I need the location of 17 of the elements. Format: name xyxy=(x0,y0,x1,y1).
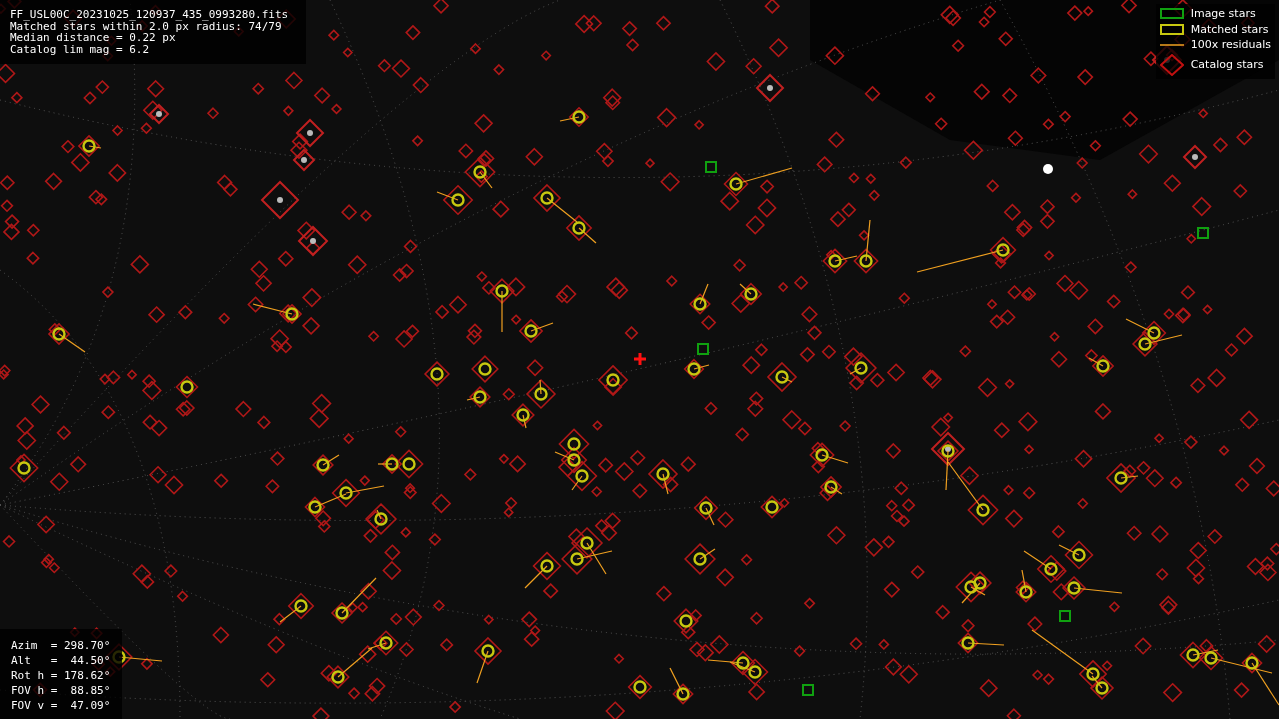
matched-star-legend-icon xyxy=(1159,23,1184,35)
residual-line-legend-icon xyxy=(1159,43,1184,46)
info-text: Median distance = 0.22 px xyxy=(10,32,176,44)
info-text: Matched stars within 2.0 px radius: 74/79 xyxy=(10,20,282,32)
pointing-text: FOV v = 47.09° xyxy=(11,698,111,713)
info-text: Catalog lim mag = 6.2 xyxy=(10,43,151,55)
pointing-text: FOV h = 88.85° xyxy=(11,683,111,698)
catalog-diamond-legend-icon xyxy=(1159,53,1184,76)
legend-label: Image stars xyxy=(1190,7,1256,21)
pointing-text: Azim = 298.70° xyxy=(11,638,111,653)
image-star-legend-icon xyxy=(1159,8,1184,20)
pointing-text: Rot h = 178.62° xyxy=(11,668,111,683)
legend-label: Catalog stars xyxy=(1190,58,1264,71)
legend-label: 100x residuals xyxy=(1190,38,1271,52)
info-text: FF_USL00C_20231025_120937_435_0993280.fits xyxy=(10,9,290,21)
legend-label: Matched stars xyxy=(1190,22,1269,36)
pointing-text: Alt = 44.50° xyxy=(11,653,111,668)
